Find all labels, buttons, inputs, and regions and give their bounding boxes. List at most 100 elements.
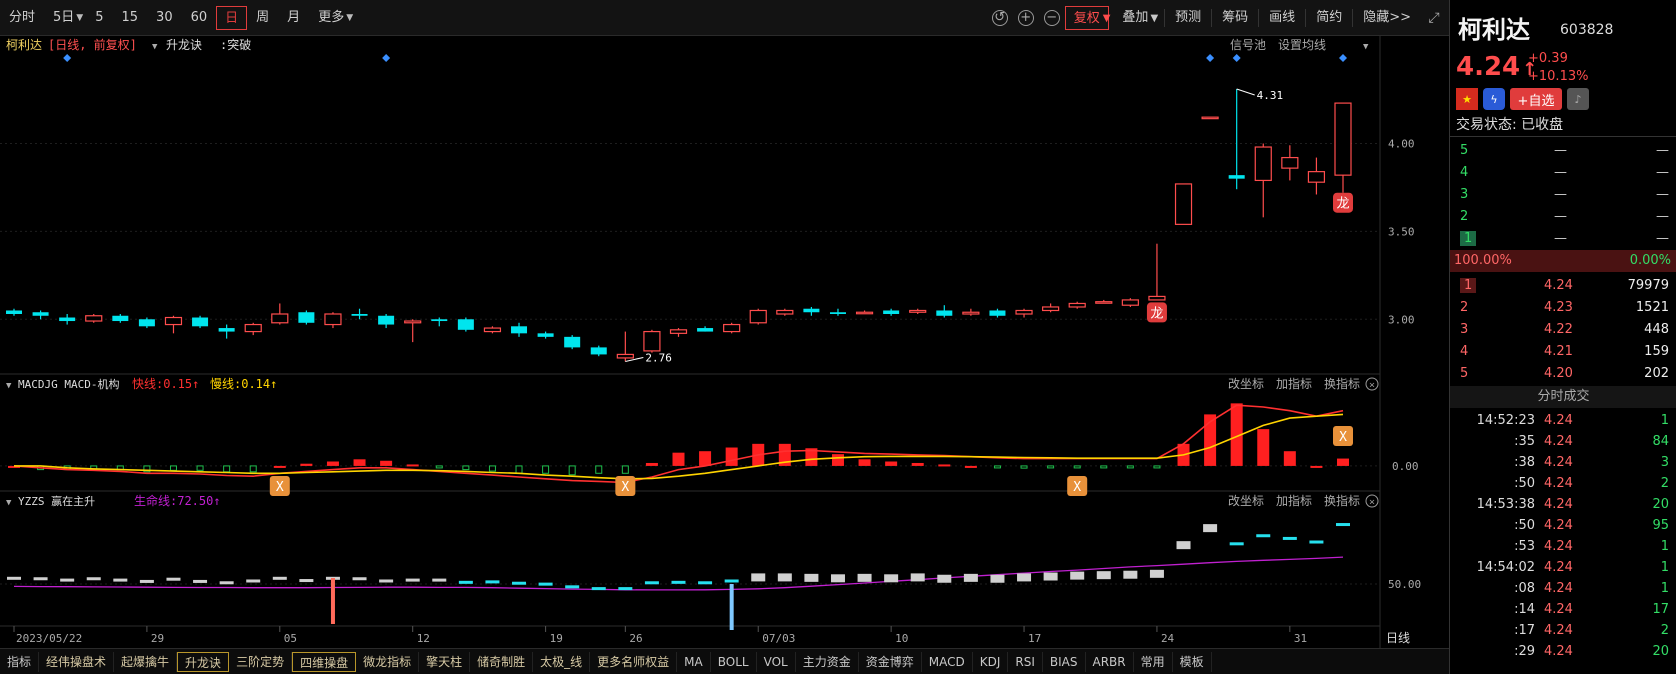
candle-body <box>616 353 634 359</box>
indicator-tab[interactable]: 擎天柱 <box>419 651 471 672</box>
yzzs-step <box>618 587 633 591</box>
indicator-tab[interactable]: MACD <box>922 651 973 672</box>
indicator-tab[interactable]: 常用 <box>1134 651 1173 672</box>
indicator-tab[interactable]: BIAS <box>1043 651 1086 672</box>
change-pct: +10.13% <box>1528 69 1589 84</box>
candle-body <box>351 314 368 316</box>
hide-button[interactable]: 隐藏>> <box>1355 6 1419 30</box>
indicator-tab[interactable]: 三阶定势 <box>229 651 293 672</box>
undo-icon[interactable]: ↺ <box>991 10 1008 26</box>
chips-button[interactable]: 筹码 <box>1214 6 1256 30</box>
price-value: 4.24 <box>1456 52 1521 82</box>
period-label: 日线 <box>1386 631 1410 645</box>
candle-body <box>164 316 183 326</box>
ask-row: 1 — — <box>1450 228 1676 250</box>
period-tab[interactable]: 60 <box>182 6 217 30</box>
tick-row: :29 4.24 20 <box>1450 641 1676 663</box>
x-tick-label: 07/03 <box>762 632 795 645</box>
indicator-tab[interactable]: VOL <box>757 651 796 672</box>
max-price-label: 4.31 <box>1257 89 1284 102</box>
overlay-dropdown-icon[interactable]: ▼ <box>1150 13 1158 24</box>
indicator-tab[interactable]: 微龙指标 <box>356 651 420 672</box>
period-tab[interactable]: 30 <box>147 6 182 30</box>
tick-price: 4.24 <box>1544 602 1573 617</box>
order-ratio-bar: 100.00% 0.00% <box>1450 250 1676 272</box>
bid-volume: 448 <box>1644 322 1669 337</box>
max-pointer <box>1236 88 1255 96</box>
indicator-tab[interactable]: 四维操盘 <box>292 651 357 672</box>
period-tab[interactable]: 周 <box>247 6 278 30</box>
macd-bar <box>380 460 393 466</box>
zoom-in-icon[interactable]: + <box>1017 10 1034 26</box>
indicator-tab[interactable]: 升龙诀 <box>177 651 230 672</box>
macd-bar <box>595 465 603 474</box>
period-tab[interactable]: 月 <box>278 6 309 30</box>
indicator-tab[interactable]: 储奇制胜 <box>470 651 534 672</box>
y-tick-label: 4.00 <box>1388 138 1415 151</box>
macd-signal-badge-label: X <box>1073 480 1081 495</box>
period-tab[interactable]: 15 <box>113 6 148 30</box>
chart-area[interactable]: XXXX 4.00 3.50 3.00 4.31 2.76 龙龙柯利达 [日线, 前复权] ▼… <box>0 36 1449 650</box>
period-tab[interactable]: 5 <box>86 6 112 30</box>
fuquan-dropdown-icon[interactable]: ▼ <box>1103 13 1111 24</box>
period-tab[interactable]: 分时 <box>0 6 44 30</box>
ask-level: 1 <box>1460 231 1477 246</box>
yzzs-step <box>352 577 367 581</box>
macd-signal-badge-label: X <box>1339 430 1347 445</box>
indicator-tab[interactable]: 指标 <box>0 651 40 672</box>
ask-price: — <box>1554 165 1567 180</box>
bid-row: 2 4.23 1521 <box>1450 297 1676 319</box>
indicator-tab[interactable]: 主力资金 <box>796 651 859 672</box>
macd-action-link: 换指标 <box>1324 376 1360 391</box>
indicator-tab[interactable]: 资金博弈 <box>859 651 922 672</box>
yzzs-step <box>272 576 287 580</box>
zoom-out-icon[interactable]: − <box>1043 10 1060 26</box>
simple-mode-button[interactable]: 简约 <box>1308 6 1350 30</box>
macd-action-link: 改坐标 <box>1228 377 1264 391</box>
lightning-icon[interactable]: ϟ <box>1483 88 1505 110</box>
yzzs-action-link: 换指标 <box>1324 493 1360 508</box>
dropdown-caret-icon[interactable]: ▼ <box>346 13 353 23</box>
main-indicator-name: 升龙诀 <box>166 38 202 52</box>
tick-price: 4.24 <box>1544 560 1573 575</box>
indicator-tab[interactable]: 经伟操盘术 <box>39 651 115 672</box>
tick-price: 4.24 <box>1544 518 1573 533</box>
tick-volume: 95 <box>1652 518 1669 533</box>
bell-icon[interactable]: ♪ <box>1567 88 1589 110</box>
macd-bar <box>621 465 629 474</box>
fullscreen-icon[interactable]: ⤢ <box>1419 10 1449 26</box>
yzzs-step <box>86 577 101 581</box>
tick-volume: 84 <box>1652 434 1669 449</box>
candle-body <box>6 310 22 314</box>
kline-chart[interactable]: X X XX 4.003.503.004.312.76龙龙柯利达 [日线, 前复权] ▼… <box>0 36 1449 650</box>
indicator-tab[interactable]: 太极_线 <box>533 651 591 672</box>
add-watchlist-button[interactable]: +自选 <box>1510 88 1562 110</box>
bid-price: 4.23 <box>1544 300 1573 315</box>
yzzs-step <box>804 573 819 582</box>
period-tab[interactable]: 日 <box>216 5 248 30</box>
indicator-tab[interactable]: 更多名师权益 <box>590 651 678 672</box>
dropdown-caret-icon[interactable]: ▼ <box>76 13 83 23</box>
draw-line-button[interactable]: 画线 <box>1261 6 1303 30</box>
indicator-tab[interactable]: RSI <box>1008 651 1043 672</box>
tick-time: :53 <box>1514 539 1535 554</box>
macd-bar <box>1126 465 1134 469</box>
macd-bar <box>326 461 339 466</box>
tick-row: :50 4.24 2 <box>1450 473 1676 495</box>
bid-row: 3 4.22 448 <box>1450 319 1676 341</box>
indicator-tab[interactable]: 模板 <box>1173 651 1212 672</box>
candle-body <box>749 309 767 324</box>
indicator-tab[interactable]: MA <box>677 651 711 672</box>
china-flag-icon: ★ <box>1456 88 1478 110</box>
bid-price: 4.21 <box>1544 344 1573 359</box>
indicator-tab[interactable]: KDJ <box>973 651 1009 672</box>
bid-volume: 159 <box>1644 344 1669 359</box>
forecast-button[interactable]: 预测 <box>1167 6 1209 30</box>
tick-time: :50 <box>1514 518 1535 533</box>
indicator-tab[interactable]: BOLL <box>711 651 757 672</box>
indicator-tab[interactable]: 起爆擒牛 <box>114 651 178 672</box>
indicator-tab[interactable]: ARBR <box>1086 651 1134 672</box>
tick-time: :17 <box>1514 623 1535 638</box>
yzzs-step <box>246 579 261 583</box>
tick-price: 4.24 <box>1544 476 1573 491</box>
